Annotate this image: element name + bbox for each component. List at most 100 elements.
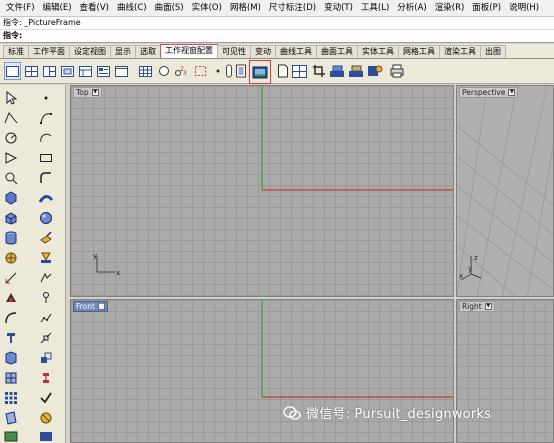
menu-transform[interactable]: 变动(T) xyxy=(320,0,357,17)
viewport-properties-icon[interactable] xyxy=(95,62,112,80)
persp-axis-z-label: z xyxy=(474,254,478,262)
solid-box-icon[interactable] xyxy=(3,210,19,226)
text-object-icon[interactable] xyxy=(38,270,54,286)
split-icon[interactable] xyxy=(3,330,19,346)
command-prompt[interactable]: 指令: xyxy=(0,29,554,41)
arc-icon[interactable] xyxy=(38,130,54,146)
tab-cplanes[interactable]: 工作平面 xyxy=(28,45,70,58)
explode-icon[interactable] xyxy=(38,330,54,346)
copy-icon[interactable] xyxy=(38,350,54,366)
picture-frame-icon[interactable] xyxy=(249,60,271,84)
persp-axis-y-label: y xyxy=(468,265,472,273)
left-tool-palette xyxy=(0,85,66,443)
layout-sync-icon[interactable] xyxy=(366,62,383,80)
tab-transform[interactable]: 变动 xyxy=(250,45,276,58)
grid-layout-icon[interactable] xyxy=(137,62,154,80)
layout-copy-icon[interactable] xyxy=(347,62,364,80)
analyze-icon[interactable] xyxy=(3,410,19,426)
tab-mesh-tools[interactable]: 网格工具 xyxy=(398,45,440,58)
menu-surface[interactable]: 曲面(S) xyxy=(151,0,188,17)
tab-viewport-layout[interactable]: 工作视窗配置 xyxy=(160,44,218,58)
menu-view[interactable]: 查看(V) xyxy=(76,0,113,17)
vertical-frame-icon[interactable] xyxy=(232,62,249,80)
menu-render[interactable]: 渲染(R) xyxy=(431,0,469,17)
axis-y-label: y xyxy=(93,252,97,260)
detail-view-icon[interactable] xyxy=(291,62,308,80)
menu-solid[interactable]: 实体(O) xyxy=(188,0,226,17)
split-horizontal-icon[interactable] xyxy=(59,62,76,80)
crop-frame-icon[interactable] xyxy=(310,62,327,80)
wechat-icon xyxy=(283,405,301,420)
top-viewport[interactable]: Top ▼ y x xyxy=(70,85,454,297)
three-viewports-icon[interactable] xyxy=(41,62,58,80)
rectangle-icon[interactable] xyxy=(38,150,54,166)
hatch-icon[interactable] xyxy=(3,290,19,306)
print-icon[interactable] xyxy=(388,62,405,80)
extrude-icon[interactable] xyxy=(38,230,54,246)
mesh-icon[interactable] xyxy=(3,250,19,266)
polygon-icon[interactable] xyxy=(3,150,19,166)
tab-visibility[interactable]: 可见性 xyxy=(217,45,251,58)
tab-display[interactable]: 显示 xyxy=(110,45,136,58)
point-icon[interactable] xyxy=(38,90,54,106)
circle-icon[interactable] xyxy=(3,130,19,146)
help-icon[interactable] xyxy=(38,428,54,443)
menu-dimension[interactable]: 尺寸标注(D) xyxy=(265,0,320,17)
array-icon[interactable] xyxy=(3,390,19,406)
mesh-tool-icon[interactable] xyxy=(38,250,54,266)
chevron-down-icon[interactable]: ▼ xyxy=(484,303,492,310)
menu-help[interactable]: 说明(H) xyxy=(505,0,543,17)
menu-edit[interactable]: 编辑(E) xyxy=(39,0,76,17)
tab-select[interactable]: 选取 xyxy=(135,45,161,58)
check-icon[interactable] xyxy=(38,390,54,406)
menu-curve[interactable]: 曲线(C) xyxy=(113,0,151,17)
tab-curve-tools[interactable]: 曲线工具 xyxy=(275,45,317,58)
tab-surface-tools[interactable]: 曲面工具 xyxy=(316,45,358,58)
tab-standard[interactable]: 标准 xyxy=(3,45,29,58)
leader-icon[interactable] xyxy=(38,290,54,306)
menu-mesh[interactable]: 网格(M) xyxy=(226,0,265,17)
rotate-icon[interactable] xyxy=(3,370,19,386)
render-icon[interactable] xyxy=(38,410,54,426)
perspective-grid: z y x xyxy=(457,86,553,296)
menu-panels[interactable]: 面板(P) xyxy=(468,0,505,17)
perspective-viewport-title[interactable]: Perspective ▼ xyxy=(459,87,519,98)
loft-surface-icon[interactable] xyxy=(38,190,54,206)
single-viewport-icon[interactable] xyxy=(4,62,21,80)
tab-render-tools[interactable]: 渲染工具 xyxy=(439,45,481,58)
menu-analyze[interactable]: 分析(A) xyxy=(393,0,430,17)
dimension-icon[interactable] xyxy=(3,270,19,286)
top-viewport-axes: y x xyxy=(93,86,453,277)
control-point-curve-icon[interactable] xyxy=(38,110,54,126)
right-viewport-title[interactable]: Right ▼ xyxy=(459,301,495,312)
cylinder-icon[interactable] xyxy=(3,230,19,246)
sphere-view-icon[interactable] xyxy=(155,62,172,80)
command-history: 指令: _PictureFrame xyxy=(3,18,81,27)
menu-file[interactable]: 文件(F) xyxy=(2,0,39,17)
tab-solid-tools[interactable]: 实体工具 xyxy=(357,45,399,58)
tab-set-view[interactable]: 设定视图 xyxy=(69,45,111,58)
tab-drafting[interactable]: 出图 xyxy=(480,45,506,58)
panel-icon[interactable] xyxy=(3,428,19,443)
move-icon[interactable] xyxy=(3,350,19,366)
split-vertical-icon[interactable] xyxy=(77,62,94,80)
four-viewports-icon[interactable] xyxy=(23,62,40,80)
curve-from-object-icon[interactable] xyxy=(3,170,19,186)
page-layout-icon[interactable] xyxy=(274,62,291,80)
polyline-icon[interactable] xyxy=(3,110,19,126)
viewport-layout-toolbar: 23 xyxy=(0,59,554,84)
surface-from-curves-icon[interactable] xyxy=(3,190,19,206)
layout-stack-icon[interactable] xyxy=(328,62,345,80)
fillet-curves-icon[interactable] xyxy=(38,170,54,186)
select-arrow-icon[interactable] xyxy=(3,90,19,106)
scale-icon[interactable] xyxy=(38,370,54,386)
solid-sphere-icon[interactable] xyxy=(38,210,54,226)
chevron-down-icon[interactable]: ▼ xyxy=(508,89,516,96)
trim-icon[interactable] xyxy=(3,310,19,326)
join-icon[interactable] xyxy=(38,310,54,326)
named-views-icon[interactable]: 23 xyxy=(172,62,189,80)
maximize-viewport-icon[interactable] xyxy=(113,62,130,80)
dashed-frame-icon[interactable] xyxy=(192,62,209,80)
menu-tools[interactable]: 工具(L) xyxy=(357,0,393,17)
perspective-viewport[interactable]: z y x Perspective ▼ xyxy=(456,85,554,297)
